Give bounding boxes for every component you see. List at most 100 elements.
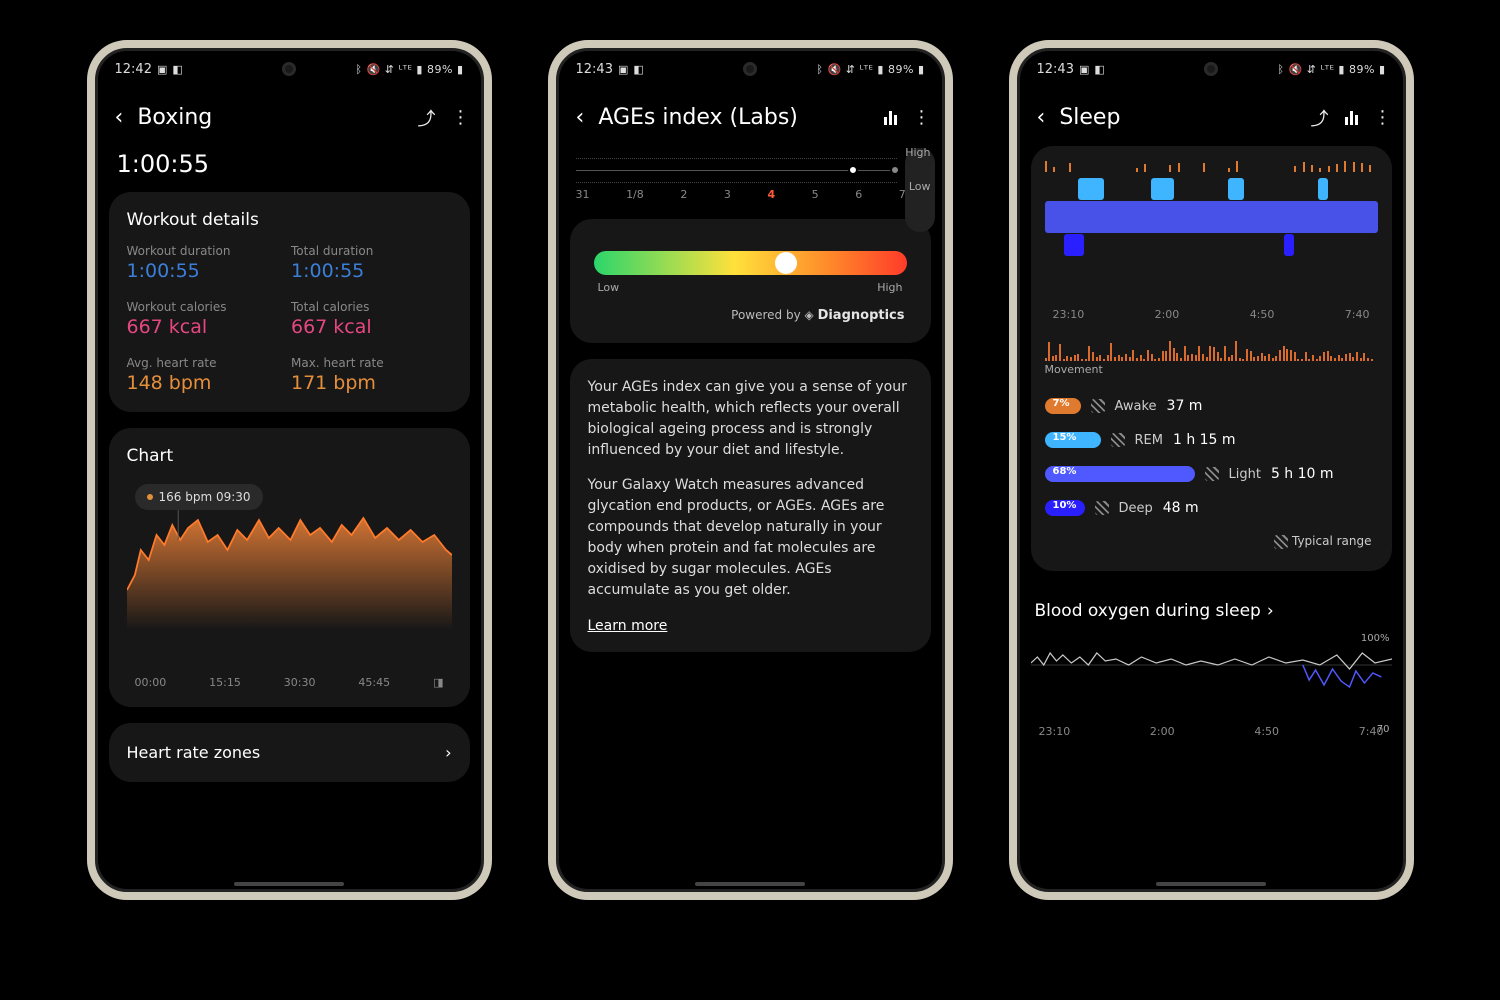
stage-pct: 68%: [1053, 466, 1077, 477]
stat-workout-cal: 667 kcal: [127, 316, 288, 338]
tooltip-text: 166 bpm 09:30: [159, 490, 251, 504]
desc-paragraph: Your AGEs index can give you a sense of …: [588, 377, 913, 461]
stat-avg-hr: 148 bpm: [127, 372, 288, 394]
date-tick[interactable]: 3: [724, 188, 731, 201]
desc-paragraph: Your Galaxy Watch measures advanced glyc…: [588, 475, 913, 601]
hatch-icon: [1091, 399, 1105, 413]
more-icon[interactable]: ⋮: [452, 107, 470, 128]
ages-gauge-card: Low High Powered by ◈ Diagnoptics: [570, 219, 931, 343]
page-title: Sleep: [1059, 105, 1120, 130]
stage-row-deep: 10%Deep48 m: [1045, 500, 1378, 516]
stage-row-light: 68% Light 5 h 10 m: [1045, 466, 1378, 482]
stage-label: Light: [1229, 467, 1261, 482]
phone-sleep: 12:43 ▣ ◧ ᛒ 🔇 ⇵ ᴸᵀᴱ ▮ 89% ▮ ‹ Sleep ⤴ ⋮: [1009, 40, 1414, 900]
share-icon[interactable]: ⤴: [1311, 105, 1329, 131]
movement-chart: [1045, 331, 1378, 361]
stage-label: Deep: [1119, 501, 1153, 516]
workout-details-card: Workout details Workout duration 1:00:55…: [109, 192, 470, 412]
gauge-high-label: High: [877, 281, 902, 294]
chart-tooltip: 166 bpm 09:30: [135, 484, 263, 510]
sleep-stage-chart[interactable]: [1045, 172, 1378, 302]
stage-duration: 37 m: [1167, 398, 1203, 414]
stage-pill: 68%: [1045, 466, 1195, 482]
y-tick: 70: [1377, 724, 1390, 735]
mute-icon: 🔇: [1289, 63, 1303, 76]
stat-label: Max. heart rate: [291, 356, 452, 370]
stage-pill: 15%: [1045, 432, 1101, 448]
stage-duration: 1 h 15 m: [1173, 432, 1236, 448]
more-icon[interactable]: ⋮: [1374, 107, 1392, 128]
stage-pct: 15%: [1053, 432, 1077, 443]
heart-rate-chart[interactable]: 166 bpm 09:30: [127, 480, 452, 670]
date-tick[interactable]: 1/8: [626, 188, 644, 201]
typical-range-legend: Typical range: [1045, 534, 1378, 557]
ages-gauge: [594, 251, 907, 275]
back-button[interactable]: ‹: [1031, 101, 1052, 134]
stat-label: Avg. heart rate: [127, 356, 288, 370]
ages-trend-chart[interactable]: High Low 311/8234567/8: [570, 150, 931, 201]
workout-total-time: 1:00:55: [109, 146, 470, 192]
stage-label: Awake: [1115, 399, 1157, 414]
powered-prefix: Powered by: [731, 308, 804, 322]
date-tick[interactable]: 6: [855, 188, 862, 201]
x-tick: 2:00: [1155, 308, 1180, 321]
gauge-marker: [775, 252, 797, 274]
stage-row-awake: 7% Awake 37 m: [1045, 398, 1378, 414]
heart-rate-zones-row[interactable]: Heart rate zones ›: [109, 723, 470, 782]
date-tick[interactable]: 4: [767, 188, 775, 201]
hr-chart-card: Chart 166 bpm 09:30: [109, 428, 470, 707]
battery-icon: ▮: [918, 63, 925, 76]
x-tick: 7:40: [1345, 308, 1370, 321]
x-tick: 2:00: [1150, 725, 1175, 738]
lte-icon: ᴸᵀᴱ: [1320, 63, 1334, 76]
stat-label: Workout calories: [127, 300, 288, 314]
chevron-right-icon: ›: [445, 743, 451, 762]
lte-icon: ᴸᵀᴱ: [398, 63, 412, 76]
page-title: AGEs index (Labs): [598, 105, 798, 130]
camera-cutout: [282, 62, 296, 76]
stage-duration: 5 h 10 m: [1271, 466, 1334, 482]
back-button[interactable]: ‹: [570, 101, 591, 134]
lte-icon: ᴸᵀᴱ: [859, 63, 873, 76]
date-tick[interactable]: 2: [680, 188, 687, 201]
stat-total-cal: 667 kcal: [291, 316, 452, 338]
camera-cutout: [1204, 62, 1218, 76]
powered-by: Powered by ◈ Diagnoptics: [588, 296, 913, 325]
typical-label: Typical range: [1292, 534, 1372, 548]
stats-icon[interactable]: [1345, 111, 1358, 125]
sleep-x-axis: 23:10 2:00 4:50 7:40: [1045, 302, 1378, 321]
more-icon[interactable]: ⋮: [913, 107, 931, 128]
x-tick: 23:10: [1053, 308, 1085, 321]
status-app-icon: ▣: [1079, 63, 1089, 76]
expand-chart-icon[interactable]: ◨: [433, 676, 443, 689]
status-app-icon2: ◧: [633, 63, 643, 76]
chevron-right-icon: ›: [1267, 601, 1274, 621]
signal-icon: ▮: [416, 63, 423, 76]
signal-icon: ▮: [877, 63, 884, 76]
battery-icon: ▮: [457, 63, 464, 76]
date-tick[interactable]: 31: [576, 188, 590, 201]
status-time: 12:43: [1037, 62, 1074, 77]
wifi-icon: ⇵: [385, 63, 395, 76]
stage-pct: 7%: [1053, 398, 1070, 409]
learn-more-link[interactable]: Learn more: [588, 618, 668, 634]
spo2-chart[interactable]: 100% 70 23:10 2:00 4:50 7:40: [1031, 635, 1392, 745]
share-icon[interactable]: ⤴: [418, 105, 436, 131]
stat-max-hr: 171 bpm: [291, 372, 452, 394]
x-tick: 30:30: [284, 676, 316, 689]
phone-workout: 12:42 ▣ ◧ ᛒ 🔇 ⇵ ᴸᵀᴱ ▮ 89% ▮ ‹ Boxing ⤴ ⋮…: [87, 40, 492, 900]
movement-label: Movement: [1045, 363, 1378, 376]
diagnoptics-logo-icon: ◈: [805, 308, 818, 322]
stat-label: Total duration: [291, 244, 452, 258]
status-battery: 89%: [888, 63, 914, 76]
stats-icon[interactable]: [884, 111, 897, 125]
status-app-icon: ▣: [618, 63, 628, 76]
date-tick[interactable]: 5: [812, 188, 819, 201]
mute-icon: 🔇: [828, 63, 842, 76]
hatch-icon: [1095, 501, 1109, 515]
blood-oxygen-link[interactable]: Blood oxygen during sleep ›: [1031, 587, 1392, 629]
stage-pill: 10%: [1045, 500, 1085, 516]
row-label: Heart rate zones: [127, 743, 261, 762]
back-button[interactable]: ‹: [109, 101, 130, 134]
bluetooth-icon: ᛒ: [816, 63, 823, 76]
